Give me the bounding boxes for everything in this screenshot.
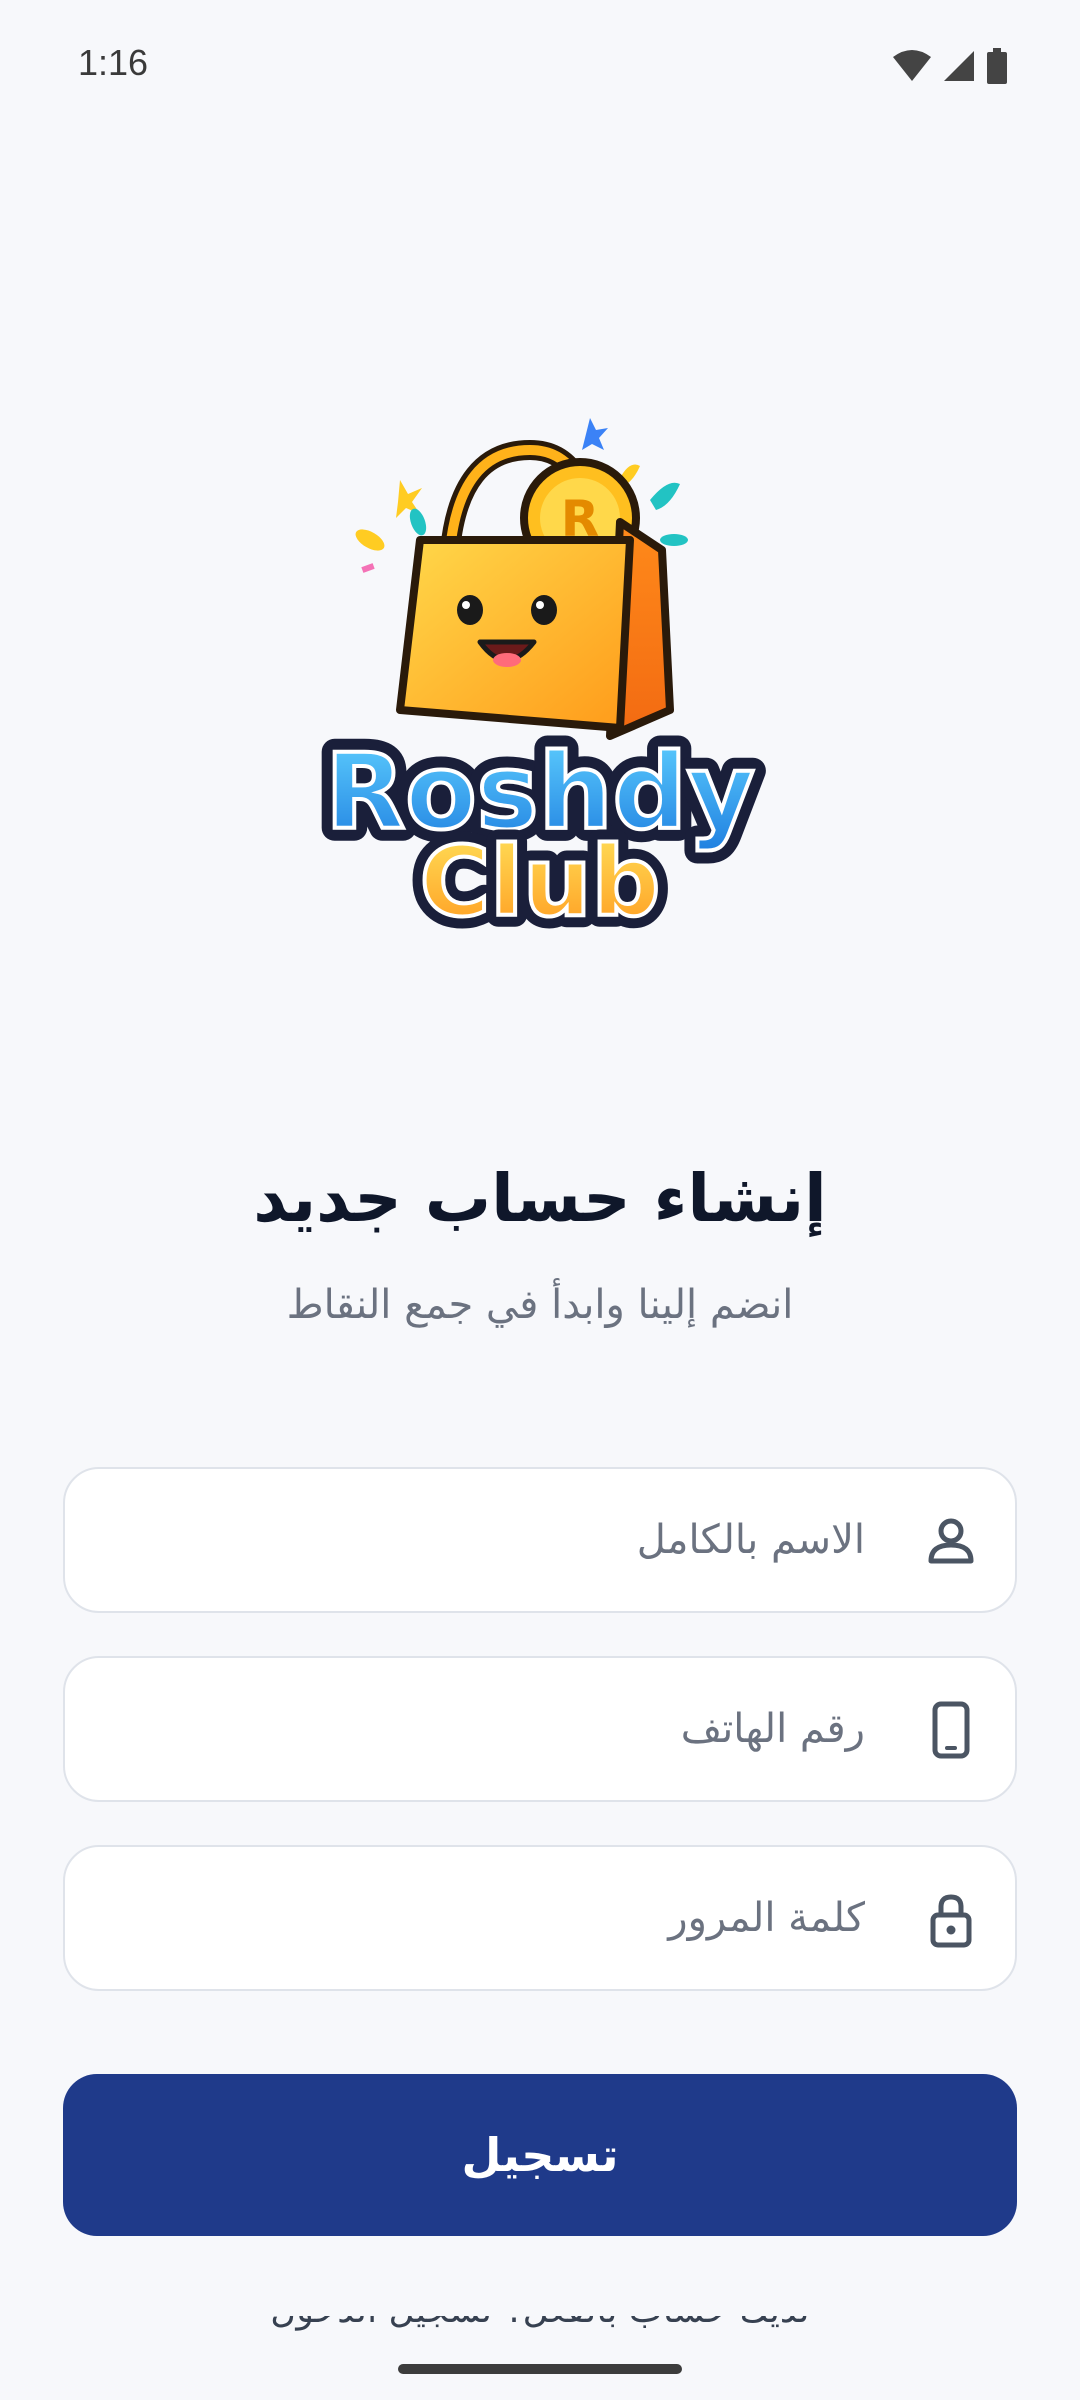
login-prompt-text[interactable]: لديك حساب بالفعل؟ تسجيل الدخول	[270, 2316, 810, 2331]
app-logo: R Roshdy Roshdy Club Club	[290, 410, 790, 950]
cellular-signal-icon	[944, 51, 974, 81]
login-prompt[interactable]: لديك حساب بالفعل؟ تسجيل الدخول	[0, 2316, 1080, 2332]
phone-icon	[932, 1701, 970, 1759]
status-bar: 1:16	[0, 0, 1080, 134]
person-icon	[928, 1518, 974, 1564]
logo-text-club: Club	[420, 826, 660, 938]
home-indicator[interactable]	[398, 2364, 682, 2374]
register-button[interactable]: تسجيل	[63, 2074, 1017, 2236]
phone-field[interactable]	[63, 1656, 1017, 1802]
status-time: 1:16	[78, 42, 149, 83]
lock-icon	[930, 1894, 972, 1948]
password-field[interactable]	[63, 1845, 1017, 1991]
status-icons	[892, 48, 1008, 84]
full-name-input[interactable]	[95, 1469, 865, 1611]
page-subtitle: انضم إلينا وابدأ في جمع النقاط	[286, 1282, 794, 1328]
phone-input[interactable]	[95, 1658, 865, 1800]
battery-icon	[987, 48, 1007, 84]
wifi-icon	[893, 50, 931, 81]
page-title: إنشاء حساب جديد	[253, 1160, 827, 1237]
full-name-field[interactable]	[63, 1467, 1017, 1613]
password-input[interactable]	[95, 1847, 865, 1989]
